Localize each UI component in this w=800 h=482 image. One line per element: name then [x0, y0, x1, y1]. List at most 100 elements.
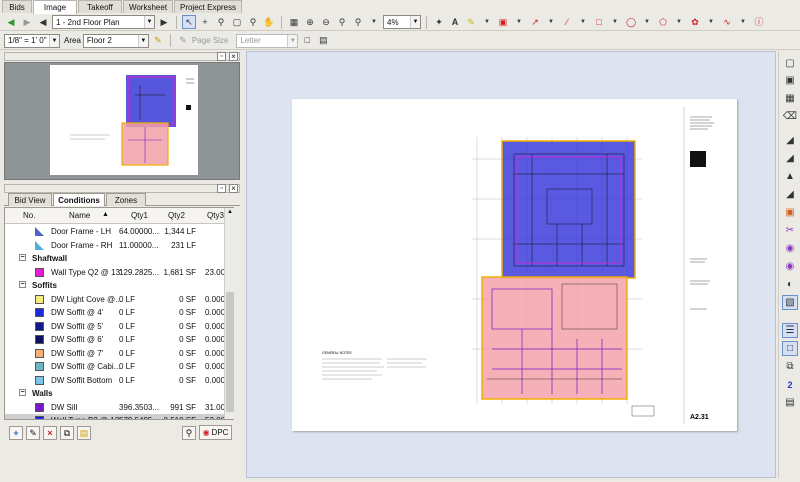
- tab-worksheet[interactable]: Worksheet: [123, 0, 173, 13]
- tab-image[interactable]: Image: [33, 0, 77, 14]
- overview-thumbnail[interactable]: [4, 62, 240, 180]
- close-icon[interactable]: ×: [229, 184, 238, 193]
- drawing-canvas[interactable]: GENERAL NOTES A2.31: [246, 51, 776, 478]
- table-row[interactable]: DW Soffit @ 7' 0 LF 0 SF 0.0000: [5, 347, 233, 360]
- scale-select[interactable]: 1/8" = 1' 0" ▼: [4, 33, 60, 48]
- group-row[interactable]: − Walls: [5, 387, 233, 400]
- zoom-window-icon[interactable]: ⚲: [246, 15, 260, 29]
- table-row[interactable]: DW Soffit Bottom 0 LF 0 SF 0.0000: [5, 374, 233, 387]
- frame-tool-icon[interactable]: ▣: [782, 73, 798, 88]
- select-area-icon[interactable]: □: [782, 341, 798, 356]
- copy-condition-icon[interactable]: ⧉: [60, 426, 74, 440]
- cut-tool-icon[interactable]: ✂: [782, 223, 798, 238]
- page-two-icon[interactable]: 2: [782, 377, 798, 392]
- list-view-icon[interactable]: ☰: [782, 323, 798, 338]
- pan-hand-icon[interactable]: ✋: [262, 15, 276, 29]
- zoom-select[interactable]: 4% ▼: [383, 15, 421, 29]
- tab-zones[interactable]: Zones: [106, 193, 146, 206]
- magic-wand-icon[interactable]: ✦: [432, 15, 446, 29]
- area-tool-icon[interactable]: ▢: [782, 56, 798, 71]
- shape-tool-icon[interactable]: ◉: [782, 241, 798, 256]
- roof-tool-icon[interactable]: ▲: [782, 169, 798, 184]
- grid-vertical-scrollbar[interactable]: ▲: [224, 208, 234, 419]
- highlighter-icon[interactable]: ✎: [464, 15, 478, 29]
- opacity-tool-icon[interactable]: ◐: [782, 277, 798, 292]
- cloud-tool-icon[interactable]: ✿: [688, 15, 702, 29]
- table-row[interactable]: DW Soffit @ 6' 0 LF 0 SF 0.0000: [5, 333, 233, 346]
- table-row[interactable]: Door Frame - RH 11.00000... 231 LF: [5, 239, 233, 252]
- pitch-tool-icon[interactable]: ◢: [782, 187, 798, 202]
- freehand-dropdown-icon[interactable]: ▼: [736, 15, 750, 29]
- eraser-tool-icon[interactable]: ⌫: [782, 109, 798, 124]
- page-select[interactable]: 1 - 2nd Floor Plan ▼: [52, 15, 155, 29]
- edit-condition-icon[interactable]: ✎: [26, 426, 40, 440]
- scroll-thumb[interactable]: [226, 292, 234, 412]
- delete-condition-icon[interactable]: ×: [43, 426, 57, 440]
- highlighter-dropdown-icon[interactable]: ▼: [480, 15, 494, 29]
- tab-takeoff[interactable]: Takeoff: [78, 0, 122, 13]
- crosshair-icon[interactable]: +: [198, 15, 212, 29]
- typical-group-icon[interactable]: ▣: [782, 205, 798, 220]
- column-header-qty1[interactable]: Qty1: [131, 211, 148, 220]
- collapse-icon[interactable]: −: [19, 389, 26, 396]
- table-row[interactable]: Door Frame - LH 64.00000... 1,344 LF: [5, 225, 233, 238]
- plan-sheet[interactable]: GENERAL NOTES A2.31: [292, 99, 737, 431]
- table-row[interactable]: DW Soffit @ Cabi... 0 LF 0 SF 0.0000: [5, 360, 233, 373]
- tab-bids[interactable]: Bids: [2, 0, 32, 13]
- zoom-out-icon[interactable]: ⊖: [319, 15, 333, 29]
- grid-tool-icon[interactable]: ▦: [782, 91, 798, 106]
- freehand-tool-icon[interactable]: ∿: [720, 15, 734, 29]
- pin-icon[interactable]: ▫: [217, 184, 226, 193]
- tab-bid-view[interactable]: Bid View: [8, 193, 52, 206]
- polygon-tool-icon[interactable]: ⬠: [656, 15, 670, 29]
- stairs-tool-icon[interactable]: ◢: [782, 133, 798, 148]
- close-icon[interactable]: ×: [229, 52, 238, 61]
- page-settings-icon[interactable]: ▤: [316, 34, 330, 48]
- tab-project-express[interactable]: Project Express: [174, 0, 242, 13]
- next-page-icon[interactable]: ▶: [157, 15, 171, 29]
- area-edit-icon[interactable]: ✎: [151, 34, 165, 48]
- collapse-icon[interactable]: −: [19, 281, 26, 288]
- zoom-previous-icon[interactable]: ⚲: [335, 15, 349, 29]
- stamp-icon[interactable]: ▣: [496, 15, 510, 29]
- group-row[interactable]: − Shaftwall: [5, 252, 233, 265]
- notes-icon[interactable]: ▤: [782, 395, 798, 410]
- table-row[interactable]: DW Soffit @ 4' 0 LF 0 SF 0.0000: [5, 306, 233, 319]
- tab-conditions[interactable]: Conditions: [53, 193, 105, 206]
- polygon-dropdown-icon[interactable]: ▼: [672, 15, 686, 29]
- select-pointer-icon[interactable]: ↖: [182, 15, 196, 29]
- table-row[interactable]: Wall Type B3 @ 13'679.5495...8,510 SF53.…: [5, 414, 233, 419]
- zoom-fit-icon[interactable]: ▦: [287, 15, 301, 29]
- table-row[interactable]: DW Light Cove @... 0 LF 0 SF 0.0000: [5, 293, 233, 306]
- info-tool-icon[interactable]: ⓘ: [752, 15, 766, 29]
- stamp-dropdown-icon[interactable]: ▼: [512, 15, 526, 29]
- previous-page-icon[interactable]: ◀: [36, 15, 50, 29]
- back-icon[interactable]: ◀: [4, 15, 18, 29]
- column-header-qty2[interactable]: Qty2: [168, 211, 185, 220]
- merge-tool-icon[interactable]: ◉: [782, 259, 798, 274]
- zoom-in-icon[interactable]: ⊕: [303, 15, 317, 29]
- scroll-up-icon[interactable]: ▲: [226, 209, 234, 217]
- new-page-icon[interactable]: □: [300, 34, 314, 48]
- cloud-dropdown-icon[interactable]: ▼: [704, 15, 718, 29]
- collapse-icon[interactable]: −: [19, 254, 26, 261]
- page-size-select[interactable]: Letter ▼: [236, 33, 299, 48]
- copy-page-icon[interactable]: ⧉: [782, 359, 798, 374]
- zoom-rect-icon[interactable]: ⚲: [214, 15, 228, 29]
- line-tool-icon[interactable]: ∕: [560, 15, 574, 29]
- table-row[interactable]: DW Soffit @ 5' 0 LF 0 SF 0.0000: [5, 320, 233, 333]
- ellipse-dropdown-icon[interactable]: ▼: [640, 15, 654, 29]
- zoom-dropdown-icon[interactable]: ▼: [367, 15, 381, 29]
- column-header-qty3[interactable]: Qty3: [207, 211, 224, 220]
- table-row[interactable]: Wall Type Q2 @ 13' 129.2825... 1,681 SF 23.…: [5, 266, 233, 279]
- column-header-name[interactable]: Name: [69, 211, 90, 220]
- lock-icon[interactable]: ⚲: [182, 426, 196, 440]
- folder-icon[interactable]: ▤: [77, 426, 91, 440]
- zoom-width-icon[interactable]: ⚲: [351, 15, 365, 29]
- rectangle-dropdown-icon[interactable]: ▼: [608, 15, 622, 29]
- slope-tool-icon[interactable]: ◢: [782, 151, 798, 166]
- table-row[interactable]: DW Sill 396.3503... 991 SF 31.0000: [5, 401, 233, 414]
- layer-tool-icon[interactable]: ▧: [782, 295, 798, 310]
- arrow-dropdown-icon[interactable]: ▼: [544, 15, 558, 29]
- rectangle-tool-icon[interactable]: □: [592, 15, 606, 29]
